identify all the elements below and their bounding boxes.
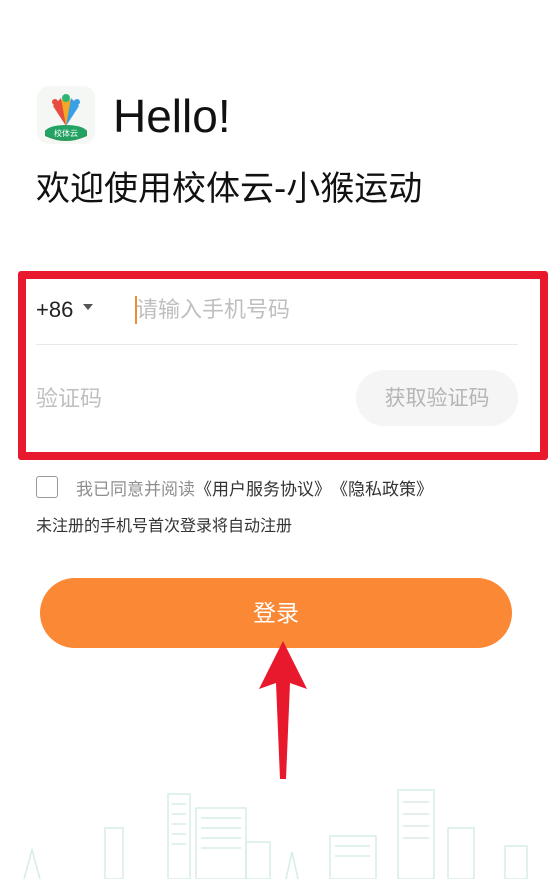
login-screen: 校体云 Hello! 欢迎使用校体云-小猴运动 +86 获取验证码 我已同意并阅… [0,0,554,879]
privacy-policy-link[interactable]: 《隐私政策》 [331,475,433,500]
verification-code-row: 获取验证码 [36,367,518,429]
chevron-down-icon[interactable] [83,304,93,310]
phone-row: +86 [36,280,518,345]
verification-code-input[interactable] [36,381,316,417]
hello-heading: Hello! [113,90,231,142]
welcome-title: 欢迎使用校体云-小猴运动 [36,169,423,209]
svg-text:校体云: 校体云 [54,128,78,138]
agreement-checkbox[interactable] [36,476,58,498]
user-agreement-link[interactable]: 《用户服务协议》 [195,475,331,500]
city-skyline-illustration [0,780,554,879]
country-code-selector[interactable]: +86 [36,294,73,326]
app-logo-icon: 校体云 [37,86,95,144]
auto-register-notice: 未注册的手机号首次登录将自动注册 [36,516,293,535]
agreement-prefix: 我已同意并阅读 [76,479,195,500]
get-code-button[interactable]: 获取验证码 [356,370,518,426]
phone-input[interactable] [136,292,506,328]
up-arrow-icon [255,635,311,785]
agreement-row: 我已同意并阅读 《用户服务协议》 《隐私政策》 [36,475,433,500]
